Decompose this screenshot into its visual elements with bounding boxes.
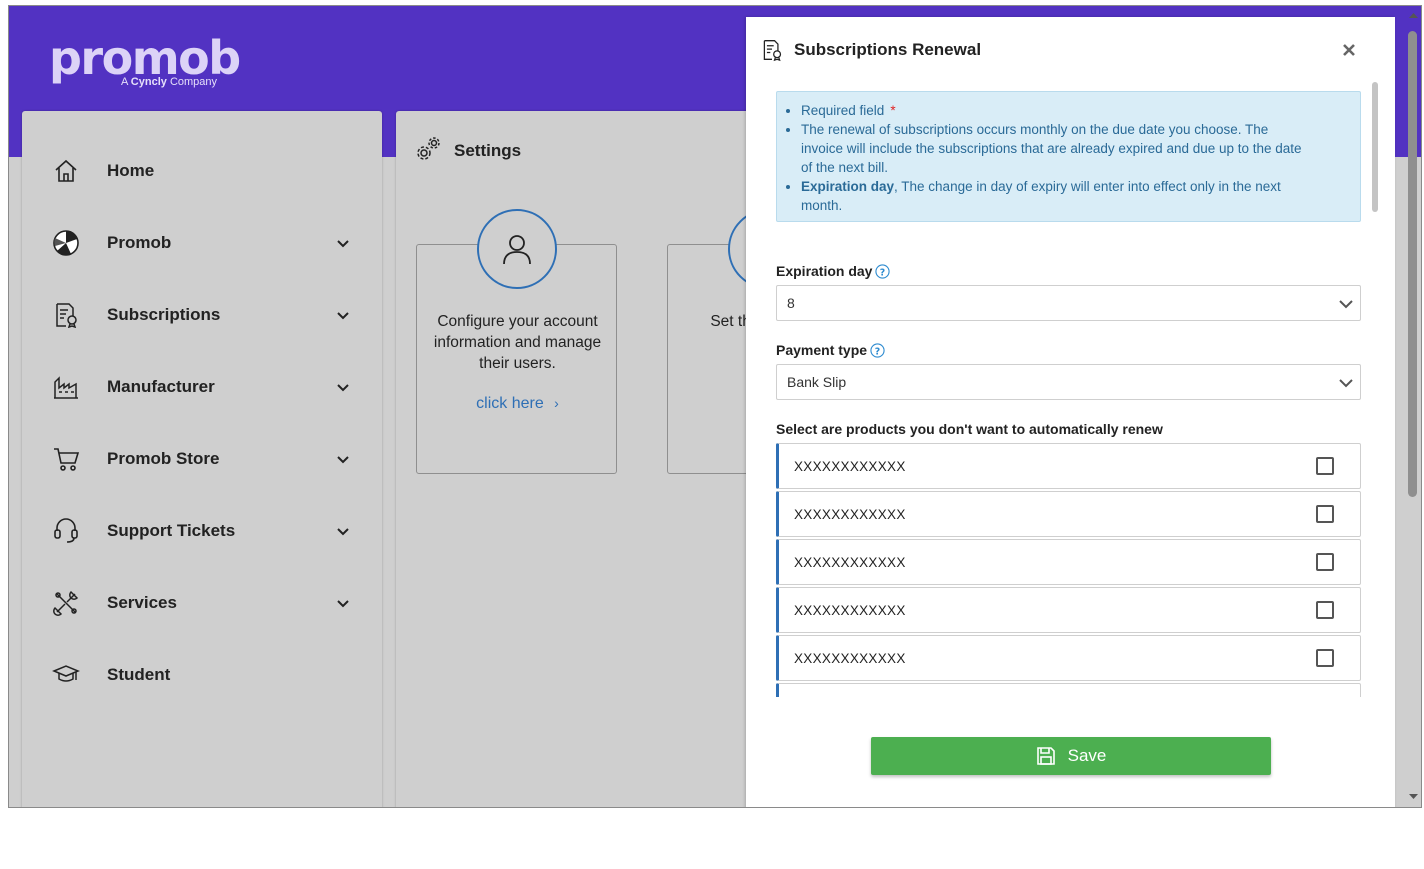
chevron-down-icon xyxy=(337,384,349,392)
chevron-right-icon: › xyxy=(554,395,559,411)
payment-label-text: Payment type xyxy=(776,342,868,358)
info-renewal: The renewal of subscriptions occurs mont… xyxy=(786,120,1311,177)
sidebar-item-support-tickets[interactable]: Support Tickets xyxy=(22,506,382,556)
scroll-up-icon[interactable] xyxy=(1405,9,1422,23)
payment-type-select[interactable]: Bank Slip xyxy=(776,364,1361,400)
product-name: XXXXXXXXXXXX xyxy=(794,603,906,618)
product-name: XXXXXXXXXXXX xyxy=(794,555,906,570)
factory-icon xyxy=(52,373,80,401)
sidebar-item-manufacturer[interactable]: Manufacturer xyxy=(22,362,382,412)
required-text: Required field xyxy=(801,103,885,118)
product-checkbox[interactable] xyxy=(1316,649,1334,667)
required-mark: * xyxy=(890,103,896,118)
tagline-brand: Cyncly xyxy=(130,76,167,88)
app-window: promob A Cyncly Company Home Promob Subs… xyxy=(8,5,1422,808)
product-checkbox[interactable] xyxy=(1316,457,1334,475)
modal-title: Subscriptions Renewal xyxy=(794,40,982,59)
tagline-suffix: Company xyxy=(169,76,218,88)
chevron-down-icon xyxy=(1339,379,1353,388)
help-icon[interactable]: ? xyxy=(875,263,891,279)
sidebar-item-home[interactable]: Home xyxy=(22,146,382,196)
info-expiration: Expiration day, The change in day of exp… xyxy=(786,177,1311,215)
chevron-down-icon xyxy=(337,312,349,320)
expiration-day-select[interactable]: 8 xyxy=(776,285,1361,321)
modal-scrollbar[interactable] xyxy=(1372,82,1378,212)
link-label: click here xyxy=(476,395,544,412)
product-row[interactable] xyxy=(776,683,1361,697)
chevron-down-icon xyxy=(1339,300,1353,309)
card-description: Configure your account information and m… xyxy=(433,313,602,372)
settings-title: Settings xyxy=(454,141,522,160)
sidebar: Home Promob Subscriptions Manufacturer P… xyxy=(22,111,382,807)
sidebar-item-promob[interactable]: Promob xyxy=(22,218,382,268)
promob-logo[interactable]: promob A Cyncly Company xyxy=(49,32,241,88)
products-label: Select are products you don't want to au… xyxy=(776,421,1163,437)
expiration-value: 8 xyxy=(787,295,795,311)
save-label: Save xyxy=(1067,746,1107,765)
cart-icon xyxy=(52,445,80,473)
product-name: XXXXXXXXXXXX xyxy=(794,459,906,474)
tagline-prefix: A xyxy=(121,76,128,88)
expiration-bold: Expiration day xyxy=(801,179,895,194)
graduation-cap-icon xyxy=(52,661,80,689)
subscriptions-renewal-modal: Subscriptions Renewal Required field * Th… xyxy=(746,17,1395,807)
product-checkbox[interactable] xyxy=(1316,553,1334,571)
product-name: XXXXXXXXXXXX xyxy=(794,507,906,522)
sidebar-item-label: Subscriptions xyxy=(107,305,221,324)
product-list[interactable]: XXXXXXXXXXXX XXXXXXXXXXXX XXXXXXXXXXXX X… xyxy=(746,442,1386,697)
sidebar-item-label: Promob xyxy=(107,233,172,252)
sidebar-item-label: Student xyxy=(107,665,171,684)
subscriptions-icon xyxy=(761,38,783,67)
product-name: XXXXXXXXXXXX xyxy=(794,651,906,666)
sidebar-item-student[interactable]: Student xyxy=(22,650,382,700)
sidebar-item-promob-store[interactable]: Promob Store xyxy=(22,434,382,484)
sidebar-item-label: Support Tickets xyxy=(107,521,236,540)
sidebar-item-label: Home xyxy=(107,161,155,180)
svg-text:?: ? xyxy=(880,267,885,278)
account-card: Configure your account information and m… xyxy=(416,209,618,474)
subscriptions-icon xyxy=(52,301,80,329)
chevron-down-icon xyxy=(337,528,349,536)
scroll-down-icon[interactable] xyxy=(1405,789,1422,803)
save-icon xyxy=(1036,747,1055,765)
product-row[interactable]: XXXXXXXXXXXX xyxy=(776,491,1361,537)
logo-tagline: A Cyncly Company xyxy=(121,76,217,88)
product-row[interactable]: XXXXXXXXXXXX xyxy=(776,587,1361,633)
info-required: Required field * xyxy=(786,101,1311,120)
payment-label: Payment type ? xyxy=(776,342,885,358)
info-box: Required field * The renewal of subscript… xyxy=(776,91,1361,222)
promob-icon xyxy=(52,229,80,257)
click-here-link[interactable]: click here › xyxy=(417,395,618,413)
close-icon[interactable] xyxy=(1340,41,1358,59)
save-button[interactable]: Save xyxy=(871,737,1271,775)
page-scroll-thumb[interactable] xyxy=(1408,31,1417,497)
gears-icon xyxy=(416,135,442,166)
help-icon[interactable]: ? xyxy=(870,342,885,358)
headset-icon xyxy=(52,517,80,545)
expiration-label: Expiration day ? xyxy=(776,263,891,279)
page-scrollbar[interactable] xyxy=(1405,5,1422,808)
tools-icon xyxy=(52,589,80,617)
user-icon xyxy=(477,209,557,289)
sidebar-item-services[interactable]: Services xyxy=(22,578,382,628)
product-checkbox[interactable] xyxy=(1316,601,1334,619)
home-icon xyxy=(52,157,80,185)
expiration-label-text: Expiration day xyxy=(776,263,873,279)
product-row[interactable]: XXXXXXXXXXXX xyxy=(776,635,1361,681)
product-row[interactable]: XXXXXXXXXXXX xyxy=(776,443,1361,489)
svg-text:?: ? xyxy=(875,346,880,357)
chevron-down-icon xyxy=(337,240,349,248)
sidebar-item-label: Services xyxy=(107,593,177,612)
payment-value: Bank Slip xyxy=(787,374,847,390)
chevron-down-icon xyxy=(337,600,349,608)
sidebar-item-label: Manufacturer xyxy=(107,377,215,396)
chevron-down-icon xyxy=(337,456,349,464)
product-row[interactable]: XXXXXXXXXXXX xyxy=(776,539,1361,585)
product-checkbox[interactable] xyxy=(1316,505,1334,523)
sidebar-item-subscriptions[interactable]: Subscriptions xyxy=(22,290,382,340)
sidebar-item-label: Promob Store xyxy=(107,449,220,468)
